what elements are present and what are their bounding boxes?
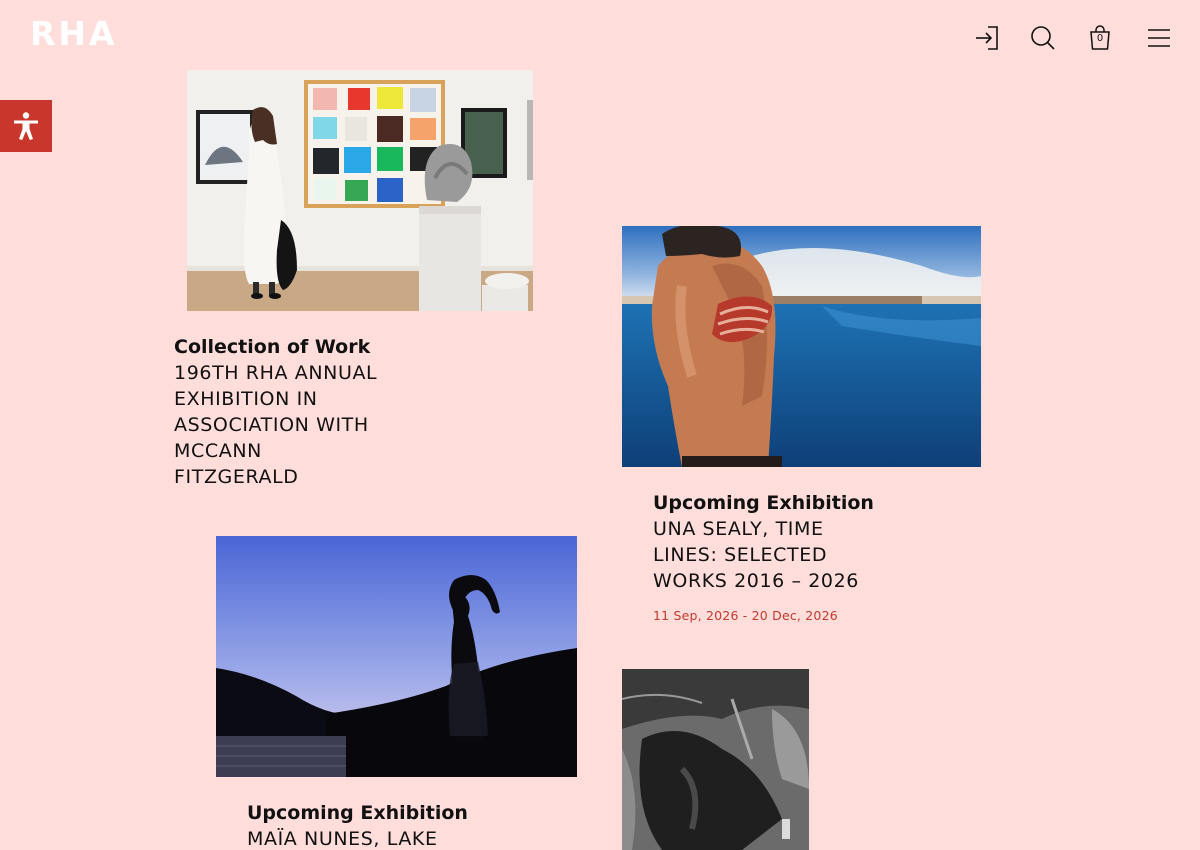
basket-icon[interactable]: 0: [1086, 24, 1114, 52]
card-title[interactable]: UNA SEALY, TIME LINES: SELECTED WORKS 20…: [653, 516, 874, 594]
card-title-line: ASSOCIATION WITH: [174, 414, 369, 436]
card-title[interactable]: 196TH RHA ANNUAL EXHIBITION IN ASSOCIATI…: [174, 360, 377, 490]
accessibility-button[interactable]: [0, 100, 52, 152]
hamburger-menu-icon[interactable]: [1145, 24, 1173, 52]
accessibility-icon: [14, 112, 38, 140]
login-icon[interactable]: [973, 24, 1001, 52]
rha-logo[interactable]: RHA: [30, 17, 118, 50]
card-title-line: 196TH RHA ANNUAL: [174, 362, 378, 384]
card-kicker: Upcoming Exhibition: [653, 492, 874, 514]
exhibition-dates: 11 Sep, 2026 - 20 Dec, 2026: [653, 608, 838, 623]
card-una-sealy[interactable]: Upcoming Exhibition UNA SEALY, TIME LINE…: [653, 490, 874, 623]
card-title-line: WORKS 2016 – 2026: [653, 570, 859, 592]
card-title-line: FITZGERALD: [174, 466, 299, 488]
card-image-maia-nunes[interactable]: [216, 536, 577, 777]
card-image-una-sealy[interactable]: [622, 226, 981, 467]
card-kicker: Collection of Work: [174, 336, 371, 358]
card-title-line: MCCANN: [174, 440, 262, 462]
cart-count: 0: [1096, 33, 1104, 44]
card-title-line: UNA SEALY, TIME: [653, 518, 824, 540]
search-icon[interactable]: [1029, 24, 1057, 52]
card-kicker: Upcoming Exhibition: [247, 802, 468, 824]
card-image-monochrome-rock[interactable]: [622, 669, 809, 850]
card-collection-of-work[interactable]: Collection of Work 196TH RHA ANNUAL EXHI…: [174, 334, 377, 490]
card-title-line: MAÏA NUNES, LAKE: [247, 828, 438, 850]
page: RHA 0 Collection of Work 196TH RHA ANNUA…: [0, 0, 1200, 850]
card-title-line: EXHIBITION IN: [174, 388, 318, 410]
card-image-collection-of-work[interactable]: [187, 70, 533, 311]
card-title[interactable]: MAÏA NUNES, LAKE: [247, 826, 468, 850]
card-title-line: LINES: SELECTED: [653, 544, 828, 566]
card-maia-nunes[interactable]: Upcoming Exhibition MAÏA NUNES, LAKE: [247, 800, 468, 850]
